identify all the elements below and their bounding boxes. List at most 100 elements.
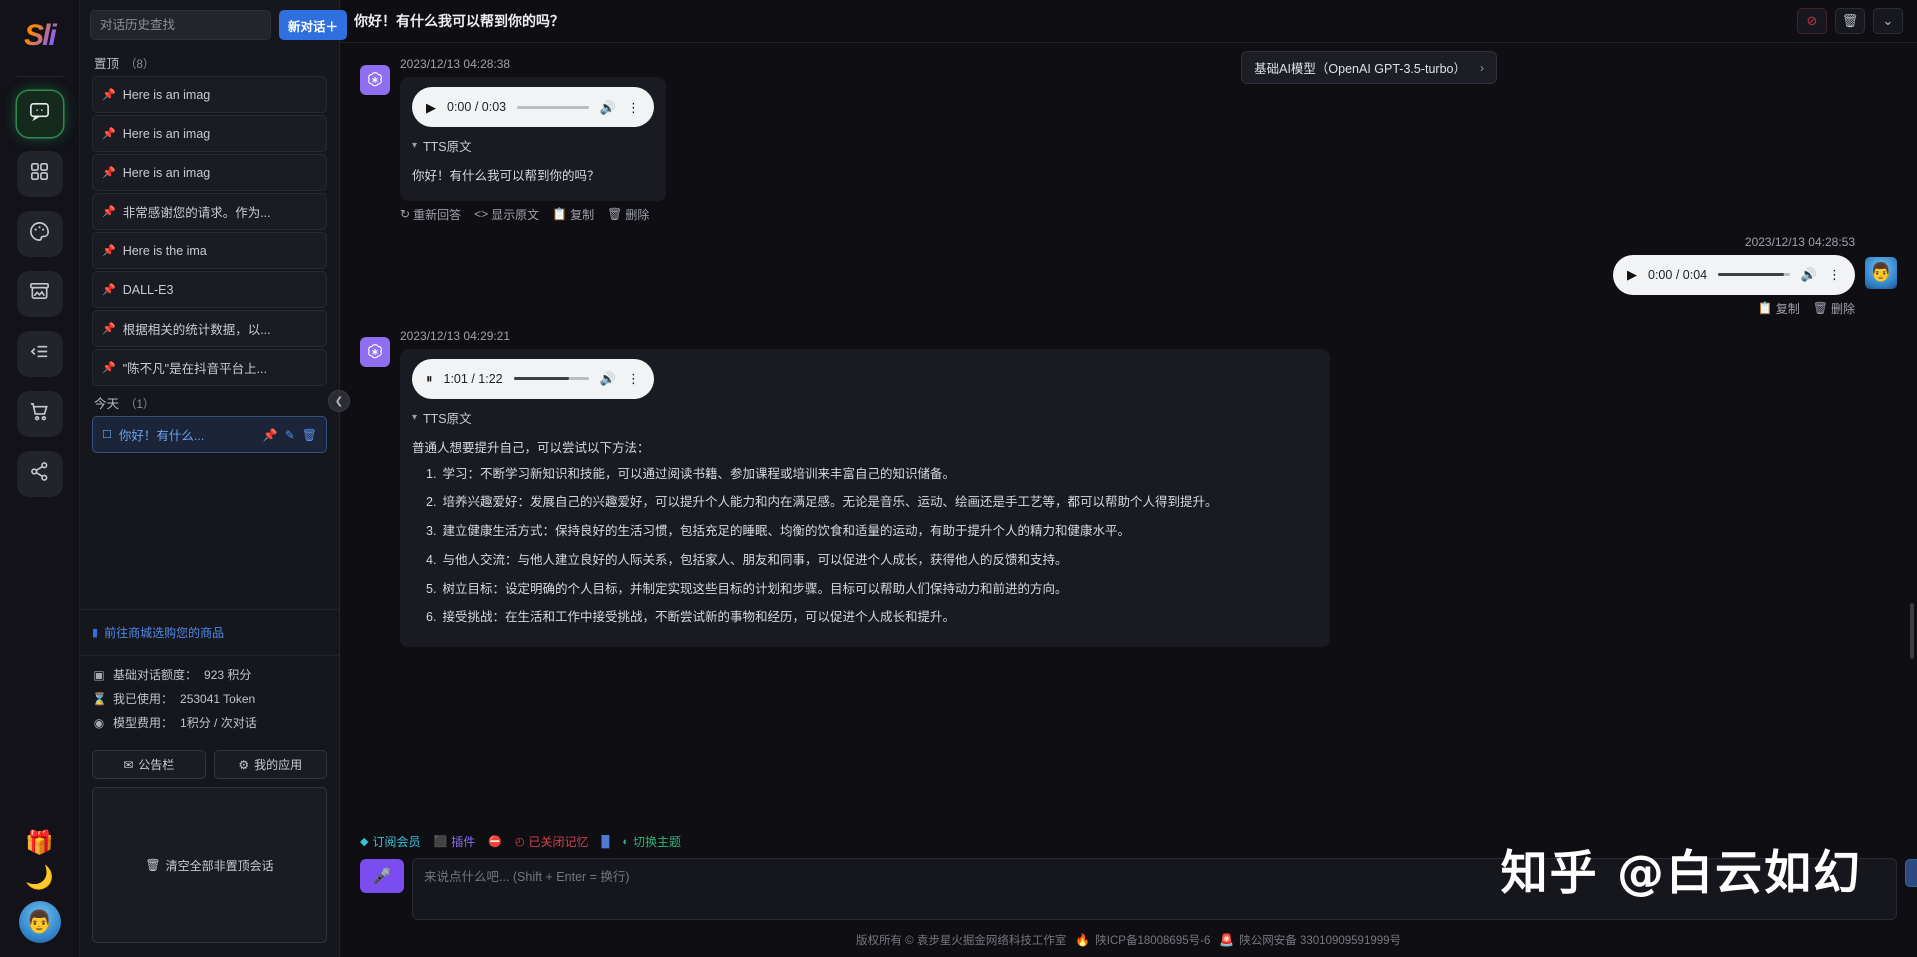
assistant-avatar xyxy=(360,336,390,367)
chat-icon: ☐ xyxy=(102,429,112,441)
my-apps-button[interactable]: ⚙ 我的应用 xyxy=(213,750,327,779)
pin-conversation-icon[interactable]: 📌 xyxy=(263,428,278,442)
rail-bottom-group: 🎁 🌙 👨 xyxy=(18,831,61,957)
sidebar-collapse-handle[interactable]: ❮ xyxy=(328,390,350,412)
volume-icon[interactable]: 🔊 xyxy=(600,101,616,114)
delete-button[interactable]: 🗑 删除 xyxy=(1813,300,1855,317)
list-item: 3. 建立健康生活方式：保持良好的生活习惯，包括充足的睡眠、均衡的饮食和适量的运动… xyxy=(426,524,1130,538)
model-selector[interactable]: 基础AI模型（OpenAI GPT-3.5-turbo） › xyxy=(1241,51,1497,84)
apps-icon: ⚙ xyxy=(238,757,250,772)
edit-conversation-icon[interactable]: ✎ xyxy=(285,428,295,442)
stat-label: 模型费用： xyxy=(113,716,174,730)
memory-label: 已关闭记忆 xyxy=(528,835,589,849)
tts-toggle[interactable]: ▾ TTS原文 xyxy=(412,408,1318,427)
stop-circle-icon: ⛔ xyxy=(488,836,502,848)
copyright-text: 版权所有 © 袁步星火掘金网络科技工作室 xyxy=(855,935,1067,947)
rail-item-chat[interactable] xyxy=(16,91,63,137)
theme-toggle[interactable]: ◐ 切换主题 xyxy=(622,833,681,850)
chevron-down-icon: ▾ xyxy=(412,411,418,423)
copy-button[interactable]: 📋 复制 xyxy=(552,206,594,223)
headset-mute-icon[interactable]: ⊘ xyxy=(1797,8,1827,34)
memory-toggle[interactable]: ◴ 已关闭记忆 xyxy=(515,833,589,850)
list-item[interactable]: 📌 Here is an imag xyxy=(92,76,327,113)
gift-icon[interactable]: 🎁 xyxy=(25,831,54,854)
show-source-button[interactable]: <> 显示原文 xyxy=(474,206,539,223)
plugin-icon: ⬛ xyxy=(433,836,448,848)
conversation-actions: 📌 ✎ 🗑 xyxy=(263,428,317,442)
more-options-icon[interactable]: ⋮ xyxy=(627,372,640,385)
header-actions: ⊘ 🗑 ⌄ xyxy=(1797,8,1903,34)
model-selector-label: 基础AI模型（OpenAI GPT-3.5-turbo） xyxy=(1254,62,1466,76)
list-item[interactable]: 📌 根据相关的统计数据，以... xyxy=(92,310,327,347)
search-input[interactable] xyxy=(90,10,271,40)
rail-item-gallery[interactable] xyxy=(16,271,63,317)
list-item: 6. 接受挑战：在生活和工作中接受挑战，不断尝试新的事物和经历，可以促进个人成长和… xyxy=(426,610,955,625)
announcement-button[interactable]: ✉ 公告栏 xyxy=(92,750,206,779)
list-item[interactable]: 📌 "陈不凡"是在抖音平台上... xyxy=(92,349,327,386)
more-options-icon[interactable]: ⋮ xyxy=(627,101,640,114)
chat-header: 你好！有什么我可以帮到你的吗？ ⊘ 🗑 ⌄ xyxy=(340,0,1917,43)
chevron-down-icon[interactable]: ⌄ xyxy=(1873,8,1903,34)
audio-player[interactable]: ⏸ 1:01 / 1:22 🔊 ⋮ xyxy=(412,358,654,399)
clear-all-button[interactable]: 🗑 清空全部非置顶会话 xyxy=(92,787,327,943)
stat-value: 1积分 / 次对话 xyxy=(180,716,257,730)
subscribe-button[interactable]: ◆ 订阅会员 xyxy=(360,833,420,850)
user-avatar[interactable]: 👨 xyxy=(18,901,61,943)
new-chat-button[interactable]: 新对话＋ xyxy=(279,10,348,40)
copy-button[interactable]: 📋 复制 xyxy=(1758,300,1800,317)
rail-item-apps[interactable] xyxy=(16,151,63,197)
list-item[interactable]: 📌 Here is an imag xyxy=(92,154,327,191)
clear-all-label: 清空全部非置顶会话 xyxy=(165,858,274,873)
audio-player[interactable]: ▶ 0:00 / 0:03 🔊 ⋮ xyxy=(412,87,654,127)
subscribe-label: 订阅会员 xyxy=(372,835,421,849)
app-logo: Sli xyxy=(14,10,66,62)
play-icon[interactable]: ▶ xyxy=(1627,268,1637,281)
list-item[interactable]: 📌 DALL-E3 xyxy=(92,271,327,308)
icp-record[interactable]: 🔥 陕ICP备18008695号-6 xyxy=(1075,932,1210,948)
chat-scroll-area[interactable]: 基础AI模型（OpenAI GPT-3.5-turbo） › 2023/12/1… xyxy=(340,43,1917,823)
message-input[interactable] xyxy=(412,858,1897,920)
scrollbar-thumb[interactable] xyxy=(1910,603,1914,659)
delete-conversation-icon[interactable]: 🗑 xyxy=(302,428,317,442)
send-arrow-icon[interactable]: ⇧ xyxy=(1905,859,1917,887)
audio-progress-bar[interactable] xyxy=(1718,273,1790,277)
tts-toggle[interactable]: ▾ TTS原文 xyxy=(412,136,654,155)
stats-button[interactable]: █ xyxy=(602,836,610,848)
list-item[interactable]: 📌 Here is the ima xyxy=(92,232,327,269)
play-icon[interactable]: ▶ xyxy=(426,101,436,114)
rail-item-list[interactable] xyxy=(16,331,63,377)
plugin-button[interactable]: ⬛ 插件 xyxy=(433,833,475,850)
audio-time: 1:01 / 1:22 xyxy=(443,371,503,386)
pinned-list: 📌 Here is an imag 📌 Here is an imag 📌 Here … xyxy=(80,76,339,388)
audio-progress-bar[interactable] xyxy=(513,377,589,381)
stat-label: 基础对话额度： xyxy=(113,668,198,682)
stop-button[interactable]: ⛔ xyxy=(488,835,502,848)
today-list: ☐ 你好！有什么... 📌 ✎ 🗑 xyxy=(80,416,339,455)
list-item-active[interactable]: ☐ 你好！有什么... 📌 ✎ 🗑 xyxy=(92,416,327,453)
conversation-title: 根据相关的统计数据，以... xyxy=(122,323,271,337)
delete-button[interactable]: 🗑 删除 xyxy=(607,206,649,223)
volume-icon[interactable]: 🔊 xyxy=(600,372,616,385)
list-item[interactable]: 📌 Here is an imag xyxy=(92,115,327,152)
pinned-section-header: 置顶 （8） xyxy=(80,48,339,76)
more-options-icon[interactable]: ⋮ xyxy=(1828,268,1841,281)
list-item[interactable]: 📌 非常感谢您的请求。作为... xyxy=(92,193,327,230)
rail-item-shop[interactable] xyxy=(16,391,63,437)
rail-item-draw[interactable] xyxy=(16,211,63,257)
conversation-title: DALL-E3 xyxy=(122,282,174,297)
volume-icon[interactable]: 🔊 xyxy=(1801,268,1817,281)
chevron-down-icon: ▾ xyxy=(412,140,418,151)
audio-player[interactable]: ▶ 0:00 / 0:04 🔊 ⋮ xyxy=(1613,254,1855,295)
shop-link[interactable]: ▮ 前往商城选购您的商品 xyxy=(80,609,339,655)
rail-item-share[interactable] xyxy=(16,451,63,497)
pause-icon[interactable]: ⏸ xyxy=(426,372,433,385)
police-record[interactable]: 🚨 陕公网安备 33010909591999号 xyxy=(1219,932,1401,948)
microphone-icon[interactable]: 🎤 xyxy=(360,859,404,893)
pin-icon: 📌 xyxy=(102,128,116,140)
trash-icon[interactable]: 🗑 xyxy=(1835,8,1865,34)
moon-theme-icon[interactable]: 🌙 xyxy=(25,866,54,889)
message-timestamp: 2023/12/13 04:28:38 xyxy=(400,57,511,71)
message-user: 2023/12/13 04:28:53 ▶ 0:00 / 0:04 🔊 ⋮ 📋 复… xyxy=(360,231,1897,319)
regenerate-button[interactable]: ↻ 重新回答 xyxy=(400,206,461,223)
audio-progress-bar[interactable] xyxy=(517,105,589,109)
